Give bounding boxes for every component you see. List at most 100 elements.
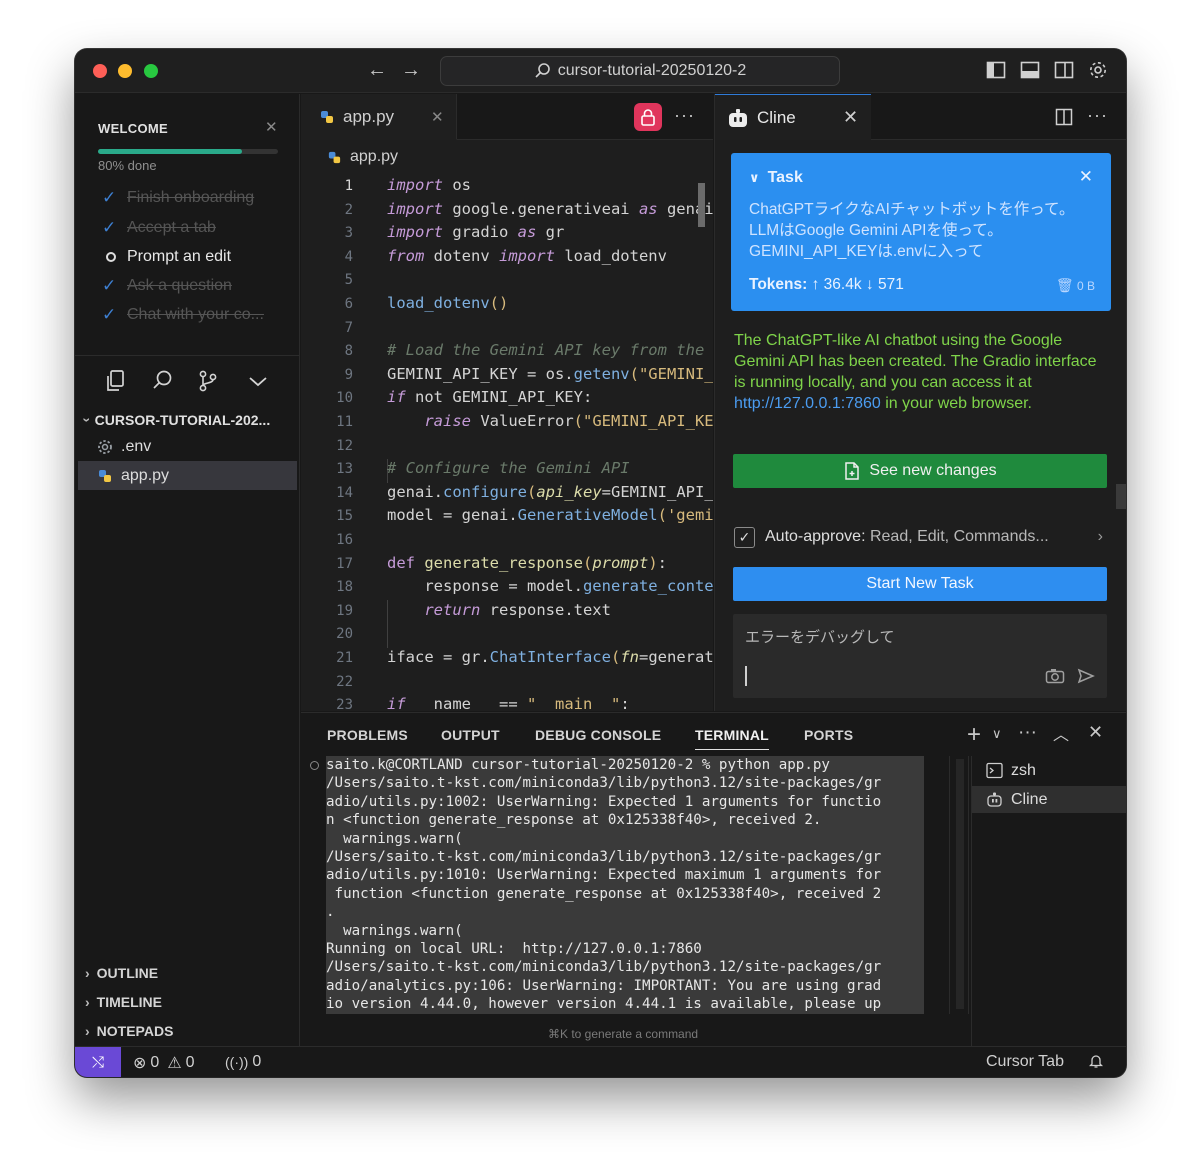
- close-window-button[interactable]: [93, 64, 107, 78]
- auto-approve-row[interactable]: ✓ Auto-approve: Read, Edit, Commands... …: [734, 524, 1109, 550]
- command-center-search[interactable]: cursor-tutorial-20250120-2: [440, 56, 840, 86]
- cline-panel: Cline ✕ ··· ∨ Task ✕ ChatGPTライクなAIチャットボット…: [714, 94, 1126, 711]
- tab-ports[interactable]: PORTS: [804, 727, 853, 743]
- close-tab-icon[interactable]: ✕: [843, 107, 858, 128]
- assistant-response: The ChatGPT-like AI chatbot using the Go…: [734, 330, 1109, 414]
- toggle-secondary-sidebar-icon[interactable]: [1054, 60, 1074, 80]
- source-control-icon[interactable]: [195, 368, 221, 394]
- close-task-icon[interactable]: ✕: [1079, 167, 1093, 187]
- onboarding-step-active[interactable]: Prompt an edit: [102, 245, 231, 269]
- forward-arrow-icon[interactable]: →: [401, 59, 421, 82]
- line-number: 3: [344, 225, 353, 242]
- task-size[interactable]: 🗑 0 B: [1056, 277, 1095, 294]
- terminal-item-zsh[interactable]: zsh: [972, 757, 1126, 784]
- local-url-link[interactable]: http://127.0.0.1:7860: [734, 395, 881, 412]
- search-icon: [535, 63, 550, 78]
- code-line: from dotenv import load_dotenv: [387, 246, 667, 265]
- terminal-scrollbar[interactable]: [949, 756, 969, 1014]
- onboarding-step[interactable]: ✓ Accept a tab: [102, 216, 216, 240]
- arrow-down-icon: ↓: [865, 276, 874, 293]
- chat-input-placeholder: エラーをデバッグして: [745, 629, 895, 646]
- chevron-down-icon: ∨: [749, 170, 760, 185]
- code-line: if __name__ == "__main__":: [387, 695, 630, 711]
- cline-scrollbar-thumb[interactable]: [1116, 484, 1126, 509]
- camera-icon[interactable]: [1045, 668, 1065, 684]
- maximize-window-button[interactable]: [144, 64, 158, 78]
- task-header[interactable]: ∨ Task: [749, 169, 803, 187]
- code-area[interactable]: import os import google.generativeai as …: [301, 174, 713, 711]
- size-label: 0 B: [1076, 279, 1095, 293]
- tab-output[interactable]: OUTPUT: [441, 727, 500, 743]
- more-actions-icon[interactable]: ···: [1018, 722, 1037, 744]
- section-outline[interactable]: › OUTLINE: [85, 965, 158, 981]
- step-label: Finish onboarding: [127, 189, 255, 206]
- editor-tab-app-py[interactable]: app.py ✕: [301, 94, 457, 140]
- start-new-task-button[interactable]: Start New Task: [733, 567, 1107, 601]
- section-notepads[interactable]: › NOTEPADS: [85, 1023, 173, 1039]
- back-arrow-icon[interactable]: ←: [367, 59, 387, 82]
- line-number: 20: [336, 626, 353, 643]
- minimize-window-button[interactable]: [118, 64, 132, 78]
- breadcrumb[interactable]: app.py: [327, 148, 398, 166]
- onboarding-step[interactable]: ✓ Chat with your co...: [102, 303, 264, 327]
- explorer-files-icon[interactable]: [103, 368, 129, 394]
- terminal-list: zsh Cline: [971, 756, 1126, 1047]
- code-line: # Load the Gemini API key from the .env: [387, 341, 705, 360]
- close-welcome-icon[interactable]: ✕: [265, 118, 278, 136]
- chat-input[interactable]: エラーをデバッグして: [733, 614, 1107, 698]
- command-status-icon: [310, 761, 319, 770]
- cursor-tab-status[interactable]: Cursor Tab: [986, 1053, 1064, 1071]
- line-number: 13: [336, 461, 353, 478]
- progress-label: 80% done: [98, 158, 157, 173]
- maximize-panel-icon[interactable]: ︿: [1053, 721, 1069, 745]
- code-line: raise ValueError("GEMINI_API_KEY not set…: [424, 412, 713, 430]
- remote-indicator[interactable]: ⤭: [75, 1047, 121, 1077]
- onboarding-step[interactable]: ✓ Ask a question: [102, 274, 232, 298]
- task-header-label: Task: [767, 169, 803, 186]
- line-number: 15: [336, 508, 353, 525]
- file-item-app-py[interactable]: app.py: [78, 461, 297, 490]
- ports-status[interactable]: ((·)) 0: [225, 1053, 261, 1071]
- lock-button[interactable]: [634, 103, 662, 131]
- tab-problems[interactable]: PROBLEMS: [327, 727, 408, 743]
- terminal-text: saito.k@CORTLAND cursor-tutorial-2025012…: [326, 757, 882, 1013]
- code-line: if not GEMINI_API_KEY:: [387, 388, 593, 407]
- more-actions-icon[interactable]: ···: [674, 105, 695, 126]
- auto-approve-value: Read, Edit, Commands...: [869, 528, 1049, 545]
- see-new-changes-button[interactable]: See new changes: [733, 454, 1107, 488]
- cline-tab[interactable]: Cline ✕: [715, 94, 871, 140]
- toggle-primary-sidebar-icon[interactable]: [986, 60, 1006, 80]
- onboarding-step[interactable]: ✓ Finish onboarding: [102, 186, 254, 210]
- section-timeline[interactable]: › TIMELINE: [85, 994, 162, 1010]
- scrollbar-thumb[interactable]: [698, 183, 705, 227]
- check-icon: ✓: [102, 188, 117, 207]
- explorer-root[interactable]: ›CURSOR-TUTORIAL-202...: [79, 412, 270, 428]
- breadcrumb-label: app.py: [350, 148, 399, 165]
- settings-gear-icon[interactable]: [1088, 60, 1108, 80]
- close-tab-icon[interactable]: ✕: [431, 108, 444, 126]
- new-terminal-plus-icon[interactable]: +: [967, 721, 981, 749]
- split-editor-icon[interactable]: [1055, 108, 1073, 126]
- python-file-icon: [321, 110, 333, 123]
- bell-icon[interactable]: [1089, 1053, 1103, 1069]
- chevron-down-icon[interactable]: [245, 368, 271, 394]
- divider: [75, 355, 300, 356]
- search-icon[interactable]: [150, 368, 176, 394]
- toggle-panel-icon[interactable]: [1020, 60, 1040, 80]
- chevron-down-icon: ›: [79, 417, 96, 423]
- terminal-item-cline[interactable]: Cline: [972, 786, 1126, 813]
- close-panel-icon[interactable]: ✕: [1088, 722, 1103, 743]
- send-icon[interactable]: [1077, 668, 1095, 684]
- auto-approve-checkbox[interactable]: ✓: [734, 526, 755, 548]
- tab-label: Cline: [757, 107, 796, 127]
- chevron-down-icon[interactable]: ∨: [992, 726, 1002, 742]
- step-label: Accept a tab: [127, 219, 216, 236]
- section-label: TIMELINE: [96, 994, 163, 1010]
- file-item-env[interactable]: .env: [78, 432, 297, 461]
- terminal-output[interactable]: saito.k@CORTLAND cursor-tutorial-2025012…: [326, 756, 924, 1014]
- scrollbar-thumb[interactable]: [956, 759, 964, 1009]
- tab-debug-console[interactable]: DEBUG CONSOLE: [535, 727, 661, 743]
- problems-status[interactable]: ⊗ 0 ⚠ 0: [133, 1053, 195, 1073]
- more-actions-icon[interactable]: ···: [1087, 105, 1108, 126]
- tab-terminal[interactable]: TERMINAL: [695, 727, 769, 750]
